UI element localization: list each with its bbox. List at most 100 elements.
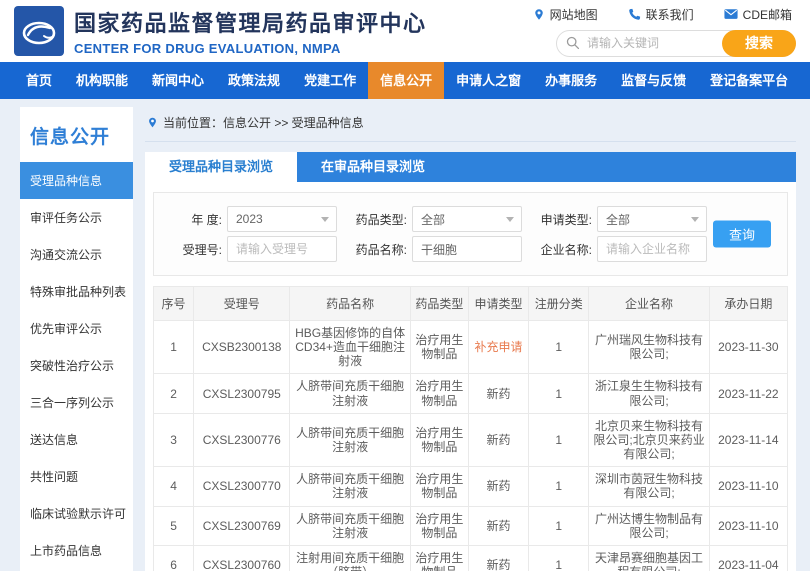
chevron-down-icon — [691, 217, 699, 222]
apply-type-select[interactable]: 全部 — [597, 206, 707, 232]
nav-item-policies[interactable]: 政策法规 — [216, 62, 292, 99]
results-table: 序号 受理号 药品名称 药品类型 申请类型 注册分类 企业名称 承办日期 1 CX… — [152, 286, 789, 571]
location-icon — [149, 117, 156, 128]
acceptance-no-filter-group: 受理号: — [164, 236, 337, 262]
search-icon — [566, 36, 580, 49]
col-drug-type: 药品类型 — [409, 286, 469, 321]
company-input[interactable] — [597, 236, 707, 262]
mail-link[interactable]: CDE邮箱 — [724, 6, 792, 23]
table-cell: 新药 — [467, 412, 530, 468]
mail-icon — [724, 9, 738, 19]
sitemap-link[interactable]: 网站地图 — [533, 6, 598, 23]
table-cell: 1 — [152, 319, 195, 375]
table-cell: HBG基因修饰的自体CD34+造血干细胞注射液 — [289, 319, 411, 375]
year-label: 年 度: — [191, 212, 222, 227]
table-cell: 1 — [528, 466, 590, 507]
table-row[interactable]: 2 CXSL2300795 人脐带间充质干细胞注射液 治疗用生物制品 新药 1 浙江泉生生物… — [152, 373, 789, 414]
sidebar-item-accepted-varieties[interactable]: 受理品种信息 — [20, 162, 133, 199]
table-cell: 1 — [528, 319, 590, 375]
main-content: 当前位置：信息公开 >> 受理品种信息 受理品种目录浏览 在审品种目录浏览 年 … — [145, 107, 796, 571]
nav-item-home[interactable]: 首页 — [14, 62, 64, 99]
sidebar-item-priority-review[interactable]: 优先审评公示 — [20, 310, 133, 347]
sidebar-item-communication[interactable]: 沟通交流公示 — [20, 236, 133, 273]
tab-bar: 受理品种目录浏览 在审品种目录浏览 — [145, 152, 796, 182]
tab-under-review-catalog[interactable]: 在审品种目录浏览 — [297, 152, 449, 182]
contact-label: 联系我们 — [645, 7, 694, 22]
table-cell: 3 — [152, 412, 195, 468]
company-filter-group: 企业名称: — [534, 236, 707, 262]
apply-type-select-value: 全部 — [606, 212, 631, 227]
nav-item-registration-platform[interactable]: 登记备案平台 — [698, 62, 800, 99]
nav-item-party-building[interactable]: 党建工作 — [292, 62, 368, 99]
year-filter-group: 年 度: 2023 — [164, 206, 337, 232]
nav-item-applicant-window[interactable]: 申请人之窗 — [444, 62, 533, 99]
table-cell: 5 — [152, 505, 195, 546]
chevron-down-icon — [321, 217, 329, 222]
table-row[interactable]: 3 CXSL2300776 人脐带间充质干细胞注射液 治疗用生物制品 新药 1 北京贝来生物… — [152, 412, 789, 468]
acceptance-no-input[interactable] — [227, 236, 337, 262]
table-cell: 治疗用生物制品 — [409, 544, 469, 571]
sidebar-item-marketed-drugs[interactable]: 上市药品信息 — [20, 532, 133, 569]
sitemap-label: 网站地图 — [549, 7, 598, 22]
table-cell: CXSL2300770 — [193, 466, 291, 507]
table-cell: 广州瑞风生物科技有限公司; — [588, 319, 710, 375]
table-cell: 2023-11-30 — [708, 319, 789, 375]
table-cell: 2023-11-10 — [708, 505, 789, 546]
table-cell: 注射用间充质干细胞（脐带） — [289, 544, 411, 571]
sidebar-item-special-approval[interactable]: 特殊审批品种列表 — [20, 273, 133, 310]
card-body: 年 度: 2023 药品类型: 全部 申请类型: 全部 受理号: 请输入受理号 … — [145, 182, 796, 571]
search-button[interactable]: 搜索 — [722, 29, 796, 57]
tab-accepted-catalog[interactable]: 受理品种目录浏览 — [145, 152, 298, 182]
table-cell: 新药 — [467, 373, 530, 414]
table-cell: 治疗用生物制品 — [409, 319, 469, 375]
table-cell: 深圳市茵冠生物科技有限公司; — [588, 466, 710, 507]
query-button[interactable]: 查询 — [713, 220, 771, 248]
nav-item-supervision-feedback[interactable]: 监督与反馈 — [609, 62, 698, 99]
site-header: 国家药品监督管理局药品审评中心 CENTER FOR DRUG EVALUATI… — [0, 0, 810, 62]
sidebar-title: 信息公开 — [30, 127, 111, 148]
sidebar-item-delivery-info[interactable]: 送达信息 — [20, 421, 133, 458]
drug-type-select[interactable]: 全部 — [412, 206, 522, 232]
table-cell: 治疗用生物制品 — [409, 412, 469, 468]
sidebar-item-breakthrough-therapy[interactable]: 突破性治疗公示 — [20, 347, 133, 384]
table-cell: 1 — [528, 412, 590, 468]
table-cell: 人脐带间充质干细胞注射液 — [289, 373, 411, 414]
company-label: 企业名称: — [540, 242, 592, 257]
table-cell: CXSL2300795 — [193, 373, 291, 414]
table-body: 1 CXSB2300138 HBG基因修饰的自体CD34+造血干细胞注射液 治疗用生物… — [152, 319, 789, 571]
table-cell: 人脐带间充质干细胞注射液 — [289, 412, 411, 468]
sidebar-item-common-issues[interactable]: 共性问题 — [20, 458, 133, 495]
nav-item-news-center[interactable]: 新闻中心 — [140, 62, 216, 99]
sidebar-item-clinical-trial-license[interactable]: 临床试验默示许可 — [20, 495, 133, 532]
site-title: 国家药品监督管理局药品审评中心 — [74, 11, 427, 36]
table-cell: 人脐带间充质干细胞注射液 — [289, 466, 411, 507]
table-cell: CXSL2300776 — [193, 412, 291, 468]
location-icon — [534, 8, 543, 20]
sidebar-item-review-tasks[interactable]: 审评任务公示 — [20, 199, 133, 236]
col-drug-name: 药品名称 — [289, 286, 411, 321]
table-row[interactable]: 5 CXSL2300769 人脐带间充质干细胞注射液 治疗用生物制品 新药 1 广州达博生物… — [152, 505, 789, 546]
cde-logo[interactable] — [14, 6, 64, 56]
breadcrumb: 当前位置：信息公开 >> 受理品种信息 — [145, 107, 796, 142]
sidebar-item-three-in-one[interactable]: 三合一序列公示 — [20, 384, 133, 421]
table-cell: CXSB2300138 — [193, 319, 291, 375]
contact-link[interactable]: 联系我们 — [628, 6, 694, 23]
table-cell: 治疗用生物制品 — [409, 505, 469, 546]
drug-name-input[interactable] — [412, 236, 522, 262]
nav-item-services[interactable]: 办事服务 — [533, 62, 609, 99]
swan-logo-icon — [22, 21, 56, 45]
table-cell: 2 — [152, 373, 195, 414]
table-cell: 治疗用生物制品 — [409, 373, 469, 414]
nav-item-org-functions[interactable]: 机构职能 — [64, 62, 140, 99]
table-row[interactable]: 4 CXSL2300770 人脐带间充质干细胞注射液 治疗用生物制品 新药 1 深圳市茵冠生… — [152, 466, 789, 507]
mail-label: CDE邮箱 — [742, 7, 792, 22]
table-row[interactable]: 6CXSL2300760注射用间充质干细胞（脐带）治疗用生物制品新药1天津昂赛细… — [152, 544, 789, 571]
phone-icon — [628, 8, 640, 20]
table-row[interactable]: 1 CXSB2300138 HBG基因修饰的自体CD34+造血干细胞注射液 治疗用生物… — [152, 319, 789, 375]
apply-type-filter-group: 申请类型: 全部 — [534, 206, 707, 232]
table-cell: 人脐带间充质干细胞注射液 — [289, 505, 411, 546]
year-select[interactable]: 2023 — [227, 206, 337, 232]
nav-item-info-disclosure[interactable]: 信息公开 — [368, 62, 445, 99]
year-select-value: 2023 — [236, 212, 263, 226]
drug-type-filter-group: 药品类型: 全部 — [349, 206, 522, 232]
